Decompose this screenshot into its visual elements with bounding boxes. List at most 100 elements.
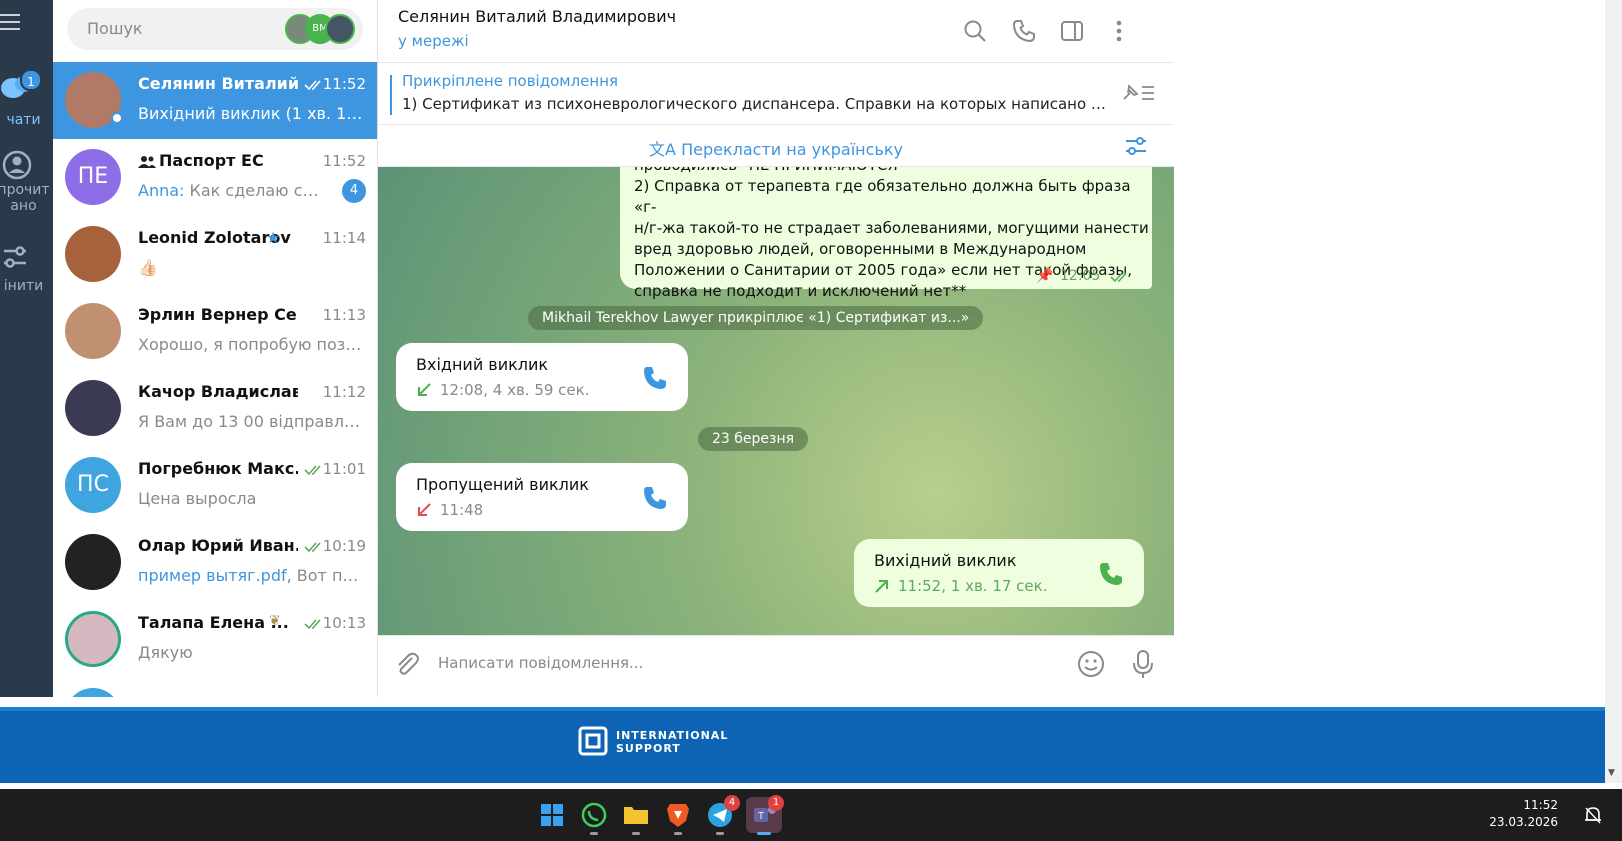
double-check-icon — [1110, 272, 1127, 283]
chat-time: 11:12 — [322, 383, 366, 401]
search-icon[interactable] — [962, 18, 988, 44]
pinned-message-bar[interactable]: Прикріплене повідомлення 1) Сертификат и… — [378, 63, 1174, 125]
avatar — [65, 380, 121, 436]
message-input[interactable]: Написати повідомлення... — [438, 654, 643, 672]
system-clock[interactable]: 11:52 23.03.2026 — [1489, 797, 1558, 831]
call-back-phone-icon[interactable] — [642, 365, 668, 391]
chat-preview: Я Вам до 13 00 відправлю с... — [138, 412, 366, 431]
incoming-arrow-icon — [418, 383, 431, 396]
chat-row[interactable]: Качор Владислав ... 11:12 Я Вам до 13 00… — [53, 370, 377, 447]
call-back-phone-icon[interactable] — [1098, 561, 1124, 587]
message-composer: Написати повідомлення... — [378, 635, 1174, 690]
logo-text-line2: SUPPORT — [616, 742, 681, 755]
translate-button[interactable]: 文A Перекласти на українську — [378, 136, 1174, 160]
teams-icon[interactable]: T 1 — [746, 795, 784, 835]
side-panel-icon[interactable] — [1059, 18, 1085, 44]
chat-row[interactable]: ПЕ Паспорт ЕС 11:52 Anna: Как сделаю ски… — [53, 139, 377, 216]
avatar — [65, 534, 121, 590]
preview-text: Как сделаю скину — [184, 181, 329, 200]
svg-text:T: T — [758, 811, 764, 822]
telegram-icon[interactable]: 4 — [702, 795, 740, 835]
missed-call-message[interactable]: Пропущений виклик 11:48 — [396, 463, 688, 531]
message-line: проводились "НЕ ПРИНИМАЮТСЯ** — [634, 167, 1152, 176]
stories-strip[interactable]: ВМ — [285, 14, 357, 44]
folder-settings[interactable]: інити — [0, 240, 53, 294]
more-vertical-icon[interactable] — [1106, 18, 1132, 44]
avatar — [65, 303, 121, 359]
microphone-icon[interactable] — [1130, 649, 1156, 679]
date-separator: 23 березня — [698, 427, 809, 451]
call-details: 11:52, 1 хв. 17 сек. — [898, 577, 1048, 595]
avatar — [65, 611, 121, 667]
call-title: Вхідний виклик — [416, 355, 549, 374]
chat-time: 10:19 — [322, 537, 366, 555]
chat-preview: пример вытяг.pdf, Вот при... — [138, 566, 366, 585]
sliders-icon — [4, 246, 26, 268]
chat-name: Паспорт ЕС — [159, 151, 264, 170]
chat-name: Качор Владислав ... — [138, 382, 298, 401]
teams-badge: 1 — [768, 795, 784, 811]
emoji-status-icon: ❦ — [269, 613, 281, 629]
chat-time: 11:14 — [322, 229, 366, 247]
chat-row[interactable]: Олар Юрий Иван... 10:19 пример вытяг.pdf… — [53, 524, 377, 601]
scrollbar[interactable]: ▼ — [1605, 0, 1622, 783]
call-back-phone-icon[interactable] — [642, 485, 668, 511]
chat-row[interactable]: Эрлин Вернер Серге... 11:13 Хорошо, я по… — [53, 293, 377, 370]
translate-label: Перекласти на українську — [681, 140, 903, 159]
folder-chats-label: чати — [6, 112, 41, 128]
message-area[interactable]: проводились "НЕ ПРИНИМАЮТСЯ** 2) Справка… — [378, 167, 1174, 635]
clock-time: 11:52 — [1523, 798, 1558, 812]
pinned-title: Прикріплене повідомлення — [402, 72, 619, 90]
chat-name: Талапа Елена ... — [138, 613, 289, 632]
attach-icon[interactable] — [392, 650, 420, 678]
chat-row[interactable]: ПС Погребнюк Макс... 11:01 Цена выросла — [53, 447, 377, 524]
chat-list: Пошук ВМ Селянин Виталий... 11:52 Вихідн… — [53, 0, 378, 697]
preview-text: Вот при... — [296, 566, 366, 585]
chat-status: у мережі — [398, 32, 469, 50]
chat-name: Олар Юрий Иван... — [138, 536, 298, 555]
folder-unread[interactable]: прочит ано — [0, 148, 53, 214]
avatar: ПС — [65, 457, 121, 513]
scroll-down-arrow-icon[interactable]: ▼ — [1608, 768, 1615, 778]
emoji-icon[interactable] — [1076, 649, 1106, 679]
phone-icon[interactable] — [1011, 18, 1037, 44]
call-title: Вихідний виклик — [874, 551, 1017, 570]
chat-preview: Цена выросла — [138, 489, 257, 508]
notification-bell-icon[interactable] — [1582, 804, 1604, 826]
file-explorer-icon[interactable] — [618, 797, 654, 835]
outgoing-call-message[interactable]: Вихідний виклик 11:52, 1 хв. 17 сек. — [854, 539, 1144, 607]
chat-preview: Anna: Как сделаю скину — [138, 181, 328, 200]
pinned-list-icon[interactable] — [1120, 79, 1156, 105]
story-avatar[interactable] — [325, 14, 355, 44]
translate-bar[interactable]: 文A Перекласти на українську — [378, 125, 1174, 167]
chat-preview: Дякую — [138, 643, 193, 662]
service-message: Mikhail Terekhov Lawyer прикріплює «1) С… — [528, 306, 984, 330]
translate-settings-icon[interactable] — [1124, 135, 1148, 157]
logo-text-line1: INTERNATIONAL — [616, 729, 729, 742]
hamburger-menu-icon[interactable] — [0, 14, 20, 32]
chat-row[interactable]: Leonid Zolotarov ★ 11:14 👍🏻 — [53, 216, 377, 293]
international-support-logo[interactable]: INTERNATIONAL SUPPORT — [578, 726, 738, 762]
message-line: н/г-жа такой-то не страдает заболеваниям… — [634, 219, 1149, 237]
chat-row[interactable]: Талапа Елена ... ❦ 10:13 Дякую — [53, 601, 377, 678]
folder-chats[interactable]: 1 чати — [0, 66, 53, 128]
search-box[interactable]: Пошук ВМ — [67, 8, 363, 50]
chat-name: Селянин Виталий... — [138, 74, 298, 93]
chat-row[interactable]: Селянин Виталий... 11:52 Вихідний виклик… — [53, 62, 377, 139]
chat-name: Эрлин Вернер Серге... — [138, 305, 298, 324]
brave-browser-icon[interactable] — [660, 797, 696, 835]
search-placeholder: Пошук — [87, 19, 143, 38]
folders-rail: 1 чати прочит ано інити — [0, 0, 53, 697]
chat-row[interactable] — [53, 678, 377, 697]
avatar — [65, 226, 121, 282]
folder-unread-label-1: прочит — [0, 182, 50, 198]
chat-title[interactable]: Селянин Виталий Владимирович — [398, 7, 676, 26]
whatsapp-icon[interactable] — [576, 797, 612, 835]
translate-icon: 文A — [649, 140, 676, 159]
desktop-blank-area — [1174, 0, 1605, 697]
chats-unread-badge: 1 — [20, 69, 42, 91]
incoming-call-message[interactable]: Вхідний виклик 12:08, 4 хв. 59 сек. — [396, 343, 688, 411]
outgoing-message[interactable]: проводились "НЕ ПРИНИМАЮТСЯ** 2) Справка… — [620, 167, 1152, 300]
windows-start-icon[interactable] — [534, 797, 570, 833]
online-indicator — [111, 112, 123, 124]
